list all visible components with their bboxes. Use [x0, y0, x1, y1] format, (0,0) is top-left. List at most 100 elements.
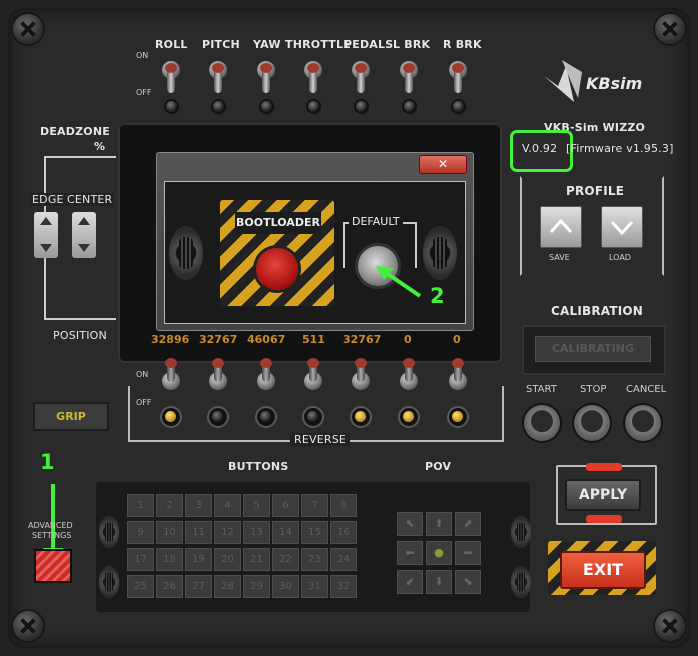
pov-grid: ⬉ ⬆ ⬈ ⬅ ● ➡ ⬋ ⬇ ⬊	[397, 512, 481, 594]
button-cell: 8	[330, 494, 357, 517]
axis-led	[308, 101, 319, 112]
axis-value: 32767	[343, 333, 382, 346]
edge-stepper[interactable]	[34, 212, 58, 258]
pov-down-left-icon: ⬋	[397, 570, 423, 594]
brand-logo-text: KBsim	[586, 74, 643, 93]
profile-save-button[interactable]	[540, 206, 582, 248]
button-cell: 1	[127, 494, 154, 517]
axis-toggle-pitch[interactable]	[209, 55, 227, 95]
deadzone-title: DEADZONE	[40, 125, 110, 138]
exit-button[interactable]: EXIT	[560, 551, 646, 589]
calibration-start-button[interactable]	[524, 405, 560, 441]
buttons-title: BUTTONS	[228, 460, 289, 473]
button-cell: 11	[185, 521, 212, 544]
calibration-cancel-button[interactable]	[625, 405, 661, 441]
reverse-label: REVERSE	[290, 433, 351, 446]
chevron-down-icon	[610, 220, 634, 236]
axis-label-pedals: PEDALS	[344, 38, 394, 51]
apply-led-bottom	[586, 515, 622, 523]
button-cell: 28	[214, 575, 241, 598]
reverse-led	[212, 411, 223, 422]
axis-label-yaw: YAW	[253, 38, 281, 51]
axis-value: 0	[453, 333, 461, 346]
calibrating-button[interactable]: CALIBRATING	[535, 336, 651, 362]
axis-led	[404, 101, 415, 112]
reverse-led	[260, 411, 271, 422]
dialog-close-button[interactable]: ✕	[419, 155, 467, 174]
button-cell: 19	[185, 548, 212, 571]
screw-icon	[655, 611, 685, 641]
button-cell: 12	[214, 521, 241, 544]
grip-button[interactable]: GRIP	[33, 402, 109, 431]
reverse-on-label: ON	[136, 370, 149, 379]
annotation-step-2: 2	[430, 284, 445, 308]
reverse-led-ring	[302, 406, 324, 428]
button-cell: 5	[243, 494, 270, 517]
screw-icon	[13, 14, 43, 44]
axis-toggle-roll[interactable]	[162, 55, 180, 95]
axis-led	[453, 101, 464, 112]
center-stepper[interactable]	[72, 212, 96, 258]
arrow-up-icon[interactable]	[40, 217, 52, 225]
profile-load-button[interactable]	[601, 206, 643, 248]
axis-toggle-throttle[interactable]	[304, 55, 322, 95]
button-cell: 31	[301, 575, 328, 598]
axis-value: 0	[404, 333, 412, 346]
button-cell: 30	[272, 575, 299, 598]
apply-led-top	[586, 463, 622, 471]
calibration-frame: CALIBRATING	[522, 325, 666, 375]
axis-value: 511	[302, 333, 325, 346]
axis-toggle-l-brk[interactable]	[400, 55, 418, 95]
arrow-down-icon[interactable]	[40, 244, 52, 252]
reverse-led-ring	[447, 406, 469, 428]
reverse-toggle-l-brk[interactable]	[400, 358, 418, 398]
axis-off-label: OFF	[136, 88, 152, 97]
arrow-up-icon[interactable]	[78, 217, 90, 225]
button-grid: 1 2 3 4 5 6 7 8 9 10 11 12 13 14 15 16 1…	[127, 494, 357, 598]
reverse-led	[165, 411, 176, 422]
pov-up-right-icon: ⬈	[455, 512, 481, 536]
button-cell: 27	[185, 575, 212, 598]
button-cell: 25	[127, 575, 154, 598]
position-label: POSITION	[53, 329, 107, 342]
reverse-toggle-r-brk[interactable]	[449, 358, 467, 398]
reverse-toggle-pitch[interactable]	[209, 358, 227, 398]
axis-toggle-yaw[interactable]	[257, 55, 275, 95]
pov-left-icon: ⬅	[397, 541, 423, 565]
button-cell: 3	[185, 494, 212, 517]
bootloader-button[interactable]	[256, 248, 298, 290]
button-cell: 7	[301, 494, 328, 517]
button-cell: 29	[243, 575, 270, 598]
firmware-text: [Firmware v1.95.3]	[566, 142, 674, 155]
button-cell: 26	[156, 575, 183, 598]
screw-icon	[13, 611, 43, 641]
reverse-toggle-throttle[interactable]	[304, 358, 322, 398]
calibration-stop-button[interactable]	[574, 405, 610, 441]
reverse-toggle-roll[interactable]	[162, 358, 180, 398]
annotation-step-1: 1	[40, 450, 55, 474]
reverse-led	[355, 411, 366, 422]
cancel-label: CANCEL	[626, 384, 667, 395]
button-cell: 13	[243, 521, 270, 544]
axis-label-l-brk: L BRK	[393, 38, 431, 51]
reverse-toggle-pedals[interactable]	[352, 358, 370, 398]
axis-value: 46067	[247, 333, 286, 346]
button-cell: 14	[272, 521, 299, 544]
apply-button[interactable]: APPLY	[565, 479, 641, 511]
axis-label-r-brk: R BRK	[443, 38, 482, 51]
knob-icon	[510, 515, 532, 549]
reverse-toggle-yaw[interactable]	[257, 358, 275, 398]
axis-value: 32767	[199, 333, 238, 346]
axis-toggle-r-brk[interactable]	[449, 55, 467, 95]
default-label: DEFAULT	[349, 215, 403, 228]
arrow-down-icon[interactable]	[78, 244, 90, 252]
axis-toggle-pedals[interactable]	[352, 55, 370, 95]
advanced-settings-button[interactable]	[34, 549, 72, 583]
edge-label: EDGE	[30, 193, 66, 206]
button-cell: 23	[301, 548, 328, 571]
advanced-settings-line1: ADVANCED	[28, 521, 73, 530]
version-text: V.0.92	[522, 142, 558, 155]
profile-title: PROFILE	[566, 184, 625, 198]
knob-icon	[98, 515, 120, 549]
axis-led	[356, 101, 367, 112]
